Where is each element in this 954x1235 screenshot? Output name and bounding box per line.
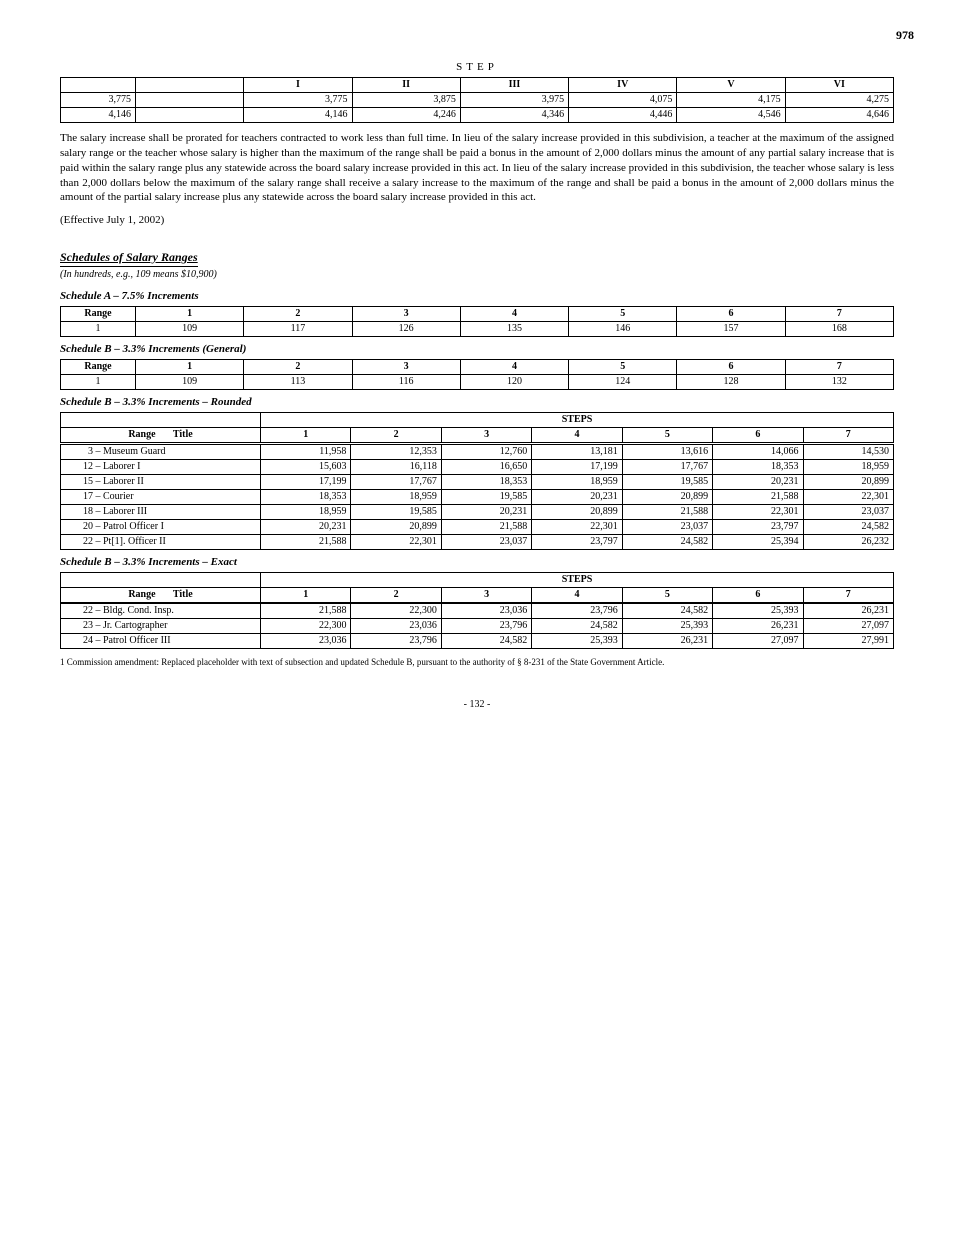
footnote: 1 Commission amendment: Replaced placeho… <box>60 657 894 669</box>
table-schedule-b: Range 1 2 3 4 5 6 7 1 109 113 116 120 12… <box>60 359 894 390</box>
table-row: 12 – Laborer I15,60316,11816,65017,19917… <box>61 460 894 475</box>
table-row: 22 – Bldg. Cond. Insp.21,58822,30023,036… <box>61 603 894 619</box>
table-row: Range 1 2 3 4 5 6 7 <box>61 307 894 322</box>
table-row: 1 109 117 126 135 146 157 168 <box>61 322 894 337</box>
table-schedule-b-exact: STEPS Range Title 1 2 3 4 5 6 7 22 – Bld… <box>60 572 894 649</box>
table-row: STEPS <box>61 573 894 588</box>
doc-number: 978 <box>896 28 914 43</box>
schedule-b-rounded-title: Schedule B – 3.3% Increments – Rounded <box>60 396 894 408</box>
table-row: 20 – Patrol Officer I20,23120,89921,5882… <box>61 520 894 535</box>
paragraph-prorate: The salary increase shall be prorated fo… <box>60 131 894 205</box>
table-schedule-b-rounded: STEPS Range Title 1 2 3 4 5 6 7 3 – Muse… <box>60 412 894 550</box>
table-row: 17 – Courier18,35318,95919,58520,23120,8… <box>61 490 894 505</box>
table-row: 18 – Laborer III18,95919,58520,23120,899… <box>61 505 894 520</box>
table-row: I II III IV V VI <box>61 78 894 93</box>
table-schedule-a: Range 1 2 3 4 5 6 7 1 109 117 126 135 14… <box>60 306 894 337</box>
schedule-b-exact-title: Schedule B – 3.3% Increments – Exact <box>60 556 894 568</box>
table-row: 4,146 4,146 4,246 4,346 4,446 4,546 4,64… <box>61 108 894 123</box>
section-sub: (In hundreds, e.g., 109 means $10,900) <box>60 269 894 280</box>
table-row: 15 – Laborer II17,19917,76718,35318,9591… <box>61 475 894 490</box>
table-row: 3 – Museum Guard11,95812,35312,76013,181… <box>61 444 894 460</box>
table-row: STEPS <box>61 413 894 428</box>
table-salary-steps: I II III IV V VI 3,775 3,775 3,875 3,975… <box>60 77 894 123</box>
schedule-b-title: Schedule B – 3.3% Increments (General) <box>60 343 894 355</box>
table-row: Range Title 1 2 3 4 5 6 7 <box>61 428 894 444</box>
table-row: 23 – Jr. Cartographer22,30023,03623,7962… <box>61 619 894 634</box>
table-row: 22 – Pt[1]. Officer II21,58822,30123,037… <box>61 535 894 550</box>
steps-label-1: STEP <box>60 61 894 73</box>
table-row: Range 1 2 3 4 5 6 7 <box>61 360 894 375</box>
table-row: 1 109 113 116 120 124 128 132 <box>61 375 894 390</box>
effective-date: (Effective July 1, 2002) <box>60 213 894 228</box>
table-row: 24 – Patrol Officer III23,03623,79624,58… <box>61 634 894 649</box>
table-row: Range Title 1 2 3 4 5 6 7 <box>61 588 894 604</box>
page-number: - 132 - <box>60 699 894 710</box>
table-row: 3,775 3,775 3,875 3,975 4,075 4,175 4,27… <box>61 93 894 108</box>
section-title: Schedules of Salary Ranges <box>60 250 198 267</box>
schedule-a-title: Schedule A – 7.5% Increments <box>60 290 894 302</box>
